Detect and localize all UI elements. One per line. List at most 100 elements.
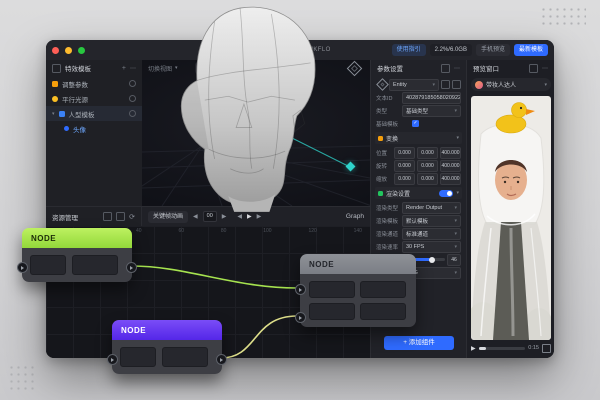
input-port[interactable] [107,354,118,365]
render-template-select[interactable]: 默认模板 ▾ [402,214,461,227]
node-slot[interactable] [309,303,355,320]
folder-icon[interactable] [103,212,113,221]
render-section-header[interactable]: 渲染设置 ▾ [375,187,462,199]
viewport-head-model[interactable] [146,2,338,212]
input-port[interactable] [295,284,306,295]
tree-item-light[interactable]: 平行光源 [46,91,142,106]
base-template-checkbox[interactable]: ✓ [412,120,419,127]
output-port[interactable] [216,354,227,365]
head-icon [64,126,69,131]
guide-button[interactable]: 使用指引 [391,44,426,56]
render-section-title: 渲染设置 [386,191,411,198]
rotation-x-input[interactable]: 0.000 [394,159,415,172]
sample-value[interactable]: 46 [447,253,461,266]
node-slot[interactable] [120,347,156,367]
scale-y-input[interactable]: 0.000 [417,172,438,185]
entity-cube-icon [376,78,389,91]
ruler-tick: 40 [136,228,142,234]
pin-icon[interactable] [441,63,450,73]
step-forward-icon[interactable]: ▶ [257,213,262,220]
tree-item-head[interactable]: 头像 [46,121,142,136]
import-icon[interactable] [116,212,126,221]
render-channel-select[interactable]: 标准通道 ▾ [402,227,461,240]
scale-x-input[interactable]: 0.000 [394,172,415,185]
render-type-select[interactable]: Render Output ▾ [402,201,461,214]
id-value-text: 402879185058020922 [406,94,461,101]
delete-icon[interactable] [452,80,461,89]
keyframe-tab[interactable]: 关键帧动画 [148,210,189,223]
input-port[interactable] [295,312,306,323]
node-slot[interactable] [30,255,66,275]
seek-bar[interactable] [478,346,526,350]
tree-item-label: 调整参数 [62,81,88,89]
render-rate-label: 渲染速率 [376,244,399,251]
ruler-tick: 80 [220,228,227,234]
visibility-icon[interactable] [129,110,136,117]
template-button[interactable]: 最新模板 [513,44,548,56]
frame-next-icon[interactable]: ▶ [222,213,227,220]
add-component-button[interactable]: + 添加组件 [384,336,454,350]
node-slot[interactable] [309,281,355,298]
model-selector[interactable]: 带妆人达人 ▾ [471,78,551,91]
scale-z-input[interactable]: 400.000 [440,172,461,185]
play-icon[interactable]: ▶ [471,345,476,352]
node-card-green[interactable]: NODE [17,228,137,282]
node-slot[interactable] [72,255,118,275]
refresh-icon[interactable]: ⟳ [129,213,135,221]
render-template-value: 默认模板 [406,218,429,225]
frame-prev-icon[interactable]: ◀ [193,213,198,220]
step-back-icon[interactable]: ◀ [237,213,242,220]
id-field-label: 文本ID [376,95,393,102]
node-header[interactable]: NODE [112,320,222,340]
more-icon[interactable]: ⋯ [454,65,460,72]
rotation-z-input[interactable]: 400.000 [440,159,461,172]
position-x-input[interactable]: 0.000 [394,146,415,159]
chevron-down-icon: ▾ [454,230,457,237]
position-z-input[interactable]: 400.000 [440,146,461,159]
entity-select[interactable]: Entity ▾ [389,78,439,91]
transform-section-header[interactable]: 变换 ▾ [375,132,462,144]
input-port[interactable] [17,262,28,273]
add-icon[interactable]: + [122,65,126,72]
resource-panel-header: 资源管理 ⟳ [46,206,142,226]
copy-icon[interactable] [441,80,450,89]
decor-dots-bottom-left [8,364,38,392]
id-field-value[interactable]: 402879185058020922 [402,91,461,104]
perspective-cube-icon[interactable] [346,60,363,76]
tree-item-humanoid[interactable]: ▾ 人型模板 [46,106,142,121]
node-slot[interactable] [360,303,406,320]
node-header[interactable]: NODE [22,228,132,248]
render-toggle[interactable] [439,189,454,197]
rotation-y-input[interactable]: 0.000 [417,159,438,172]
slider-knob[interactable] [429,256,436,263]
render-type-value: Render Output [406,204,443,211]
render-icon [378,190,383,196]
node-card-purple[interactable]: NODE [107,320,227,374]
more-icon[interactable]: ⋯ [130,65,136,72]
maximize-icon[interactable] [78,46,85,54]
entity-select-value: Entity [393,81,407,88]
tree-item-adjust[interactable]: 调整参数 [46,76,142,91]
output-port[interactable] [126,262,137,273]
play-icon[interactable]: ▶ [247,213,252,220]
fullscreen-icon[interactable] [542,343,551,353]
node-slot[interactable] [360,281,406,298]
position-y-input[interactable]: 0.000 [417,146,438,159]
node-header[interactable]: NODE [300,254,416,274]
visibility-icon[interactable] [129,95,136,102]
node-card-gray[interactable]: NODE [295,254,416,327]
popout-icon[interactable] [529,63,538,73]
close-icon[interactable] [52,46,59,54]
graph-mode-label[interactable]: Graph [346,213,364,220]
minimize-icon[interactable] [65,46,72,54]
caret-down-icon[interactable]: ▾ [52,111,55,117]
type-select[interactable]: 基础类型 ▾ [402,104,461,117]
visibility-icon[interactable] [129,80,136,87]
chevron-down-icon: ▾ [432,81,435,88]
time-total: 0:15 [528,345,539,351]
mobile-preview-button[interactable]: 手机预览 [475,44,510,56]
frame-counter[interactable]: 00 [202,211,217,222]
render-rate-select[interactable]: 30 FPS ▾ [402,240,461,253]
node-slot[interactable] [162,347,208,367]
more-icon[interactable]: ⋯ [542,65,548,72]
